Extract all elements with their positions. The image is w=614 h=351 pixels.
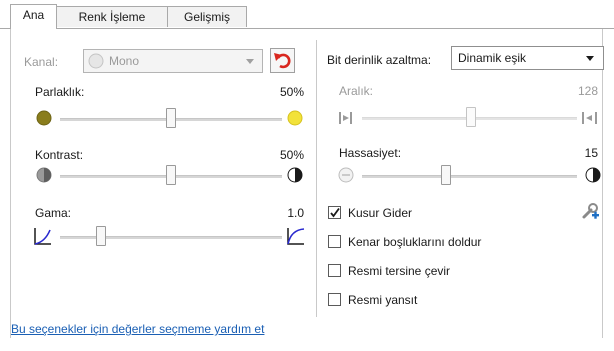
range-low-icon [337, 110, 355, 129]
reset-button[interactable] [270, 48, 295, 73]
gamma-label: Gama: [35, 206, 72, 220]
despeckle-label: Kusur Gider [348, 206, 413, 220]
chevron-down-icon [586, 56, 594, 61]
bit-depth-value: Dinamik eşik [458, 51, 527, 65]
sensitivity-value: 15 [584, 146, 598, 160]
sensitivity-low-icon [338, 167, 354, 186]
contrast-low-icon [36, 167, 52, 186]
brightness-slider-thumb[interactable] [166, 108, 176, 128]
bit-depth-select[interactable]: Dinamik eşik [451, 46, 604, 70]
brightness-high-icon [287, 110, 303, 129]
gamma-high-icon [286, 226, 306, 249]
sensitivity-high-icon [585, 167, 601, 186]
invert-image-checkbox[interactable] [328, 264, 341, 277]
checkmark-icon [330, 207, 340, 218]
mirror-image-checkbox[interactable] [328, 293, 341, 306]
fill-edges-label: Kenar boşluklarını doldur [348, 235, 482, 249]
range-high-icon [581, 110, 599, 129]
mono-icon [88, 53, 104, 72]
tab-renk-isleme[interactable]: Renk İşleme [56, 6, 168, 27]
help-link[interactable]: Bu seçenekler için değerler seçmeme yard… [11, 322, 264, 336]
contrast-label: Kontrast: [35, 148, 84, 162]
gamma-value: 1.0 [287, 206, 304, 220]
mirror-image-label: Resmi yansıt [348, 293, 418, 307]
invert-image-label: Resmi tersine çevir [348, 264, 451, 278]
sensitivity-slider-thumb[interactable] [441, 165, 451, 185]
range-value: 128 [577, 84, 598, 98]
chevron-down-icon [246, 59, 254, 64]
brightness-low-icon [36, 110, 52, 129]
contrast-value: 50% [279, 148, 304, 162]
channel-label: Kanal: [24, 55, 59, 69]
sensitivity-slider-track[interactable] [362, 175, 577, 178]
channel-value: Mono [109, 54, 140, 68]
fill-edges-checkbox[interactable] [328, 235, 341, 248]
gamma-slider-track[interactable] [60, 236, 282, 239]
brightness-value: 50% [279, 85, 304, 99]
despeckle-checkbox[interactable] [328, 206, 341, 219]
tab-ana[interactable]: Ana [10, 4, 57, 29]
gamma-slider-thumb[interactable] [96, 226, 106, 246]
reset-undo-icon [274, 53, 291, 69]
despeckle-settings-icon[interactable] [581, 202, 601, 225]
column-divider [316, 40, 317, 317]
bit-depth-label: Bit derinlik azaltma: [327, 53, 432, 67]
gamma-low-icon [33, 226, 53, 249]
channel-select[interactable]: Mono [83, 49, 263, 73]
range-label: Aralık: [339, 84, 374, 98]
range-slider-thumb[interactable] [466, 107, 476, 127]
contrast-high-icon [287, 167, 303, 186]
tab-panel [10, 28, 603, 338]
tab-gelismis[interactable]: Gelişmiş [167, 6, 247, 27]
brightness-label: Parlaklık: [35, 85, 85, 99]
tab-baseline [0, 28, 614, 29]
sensitivity-label: Hassasiyet: [339, 146, 402, 160]
contrast-slider-thumb[interactable] [166, 165, 176, 185]
